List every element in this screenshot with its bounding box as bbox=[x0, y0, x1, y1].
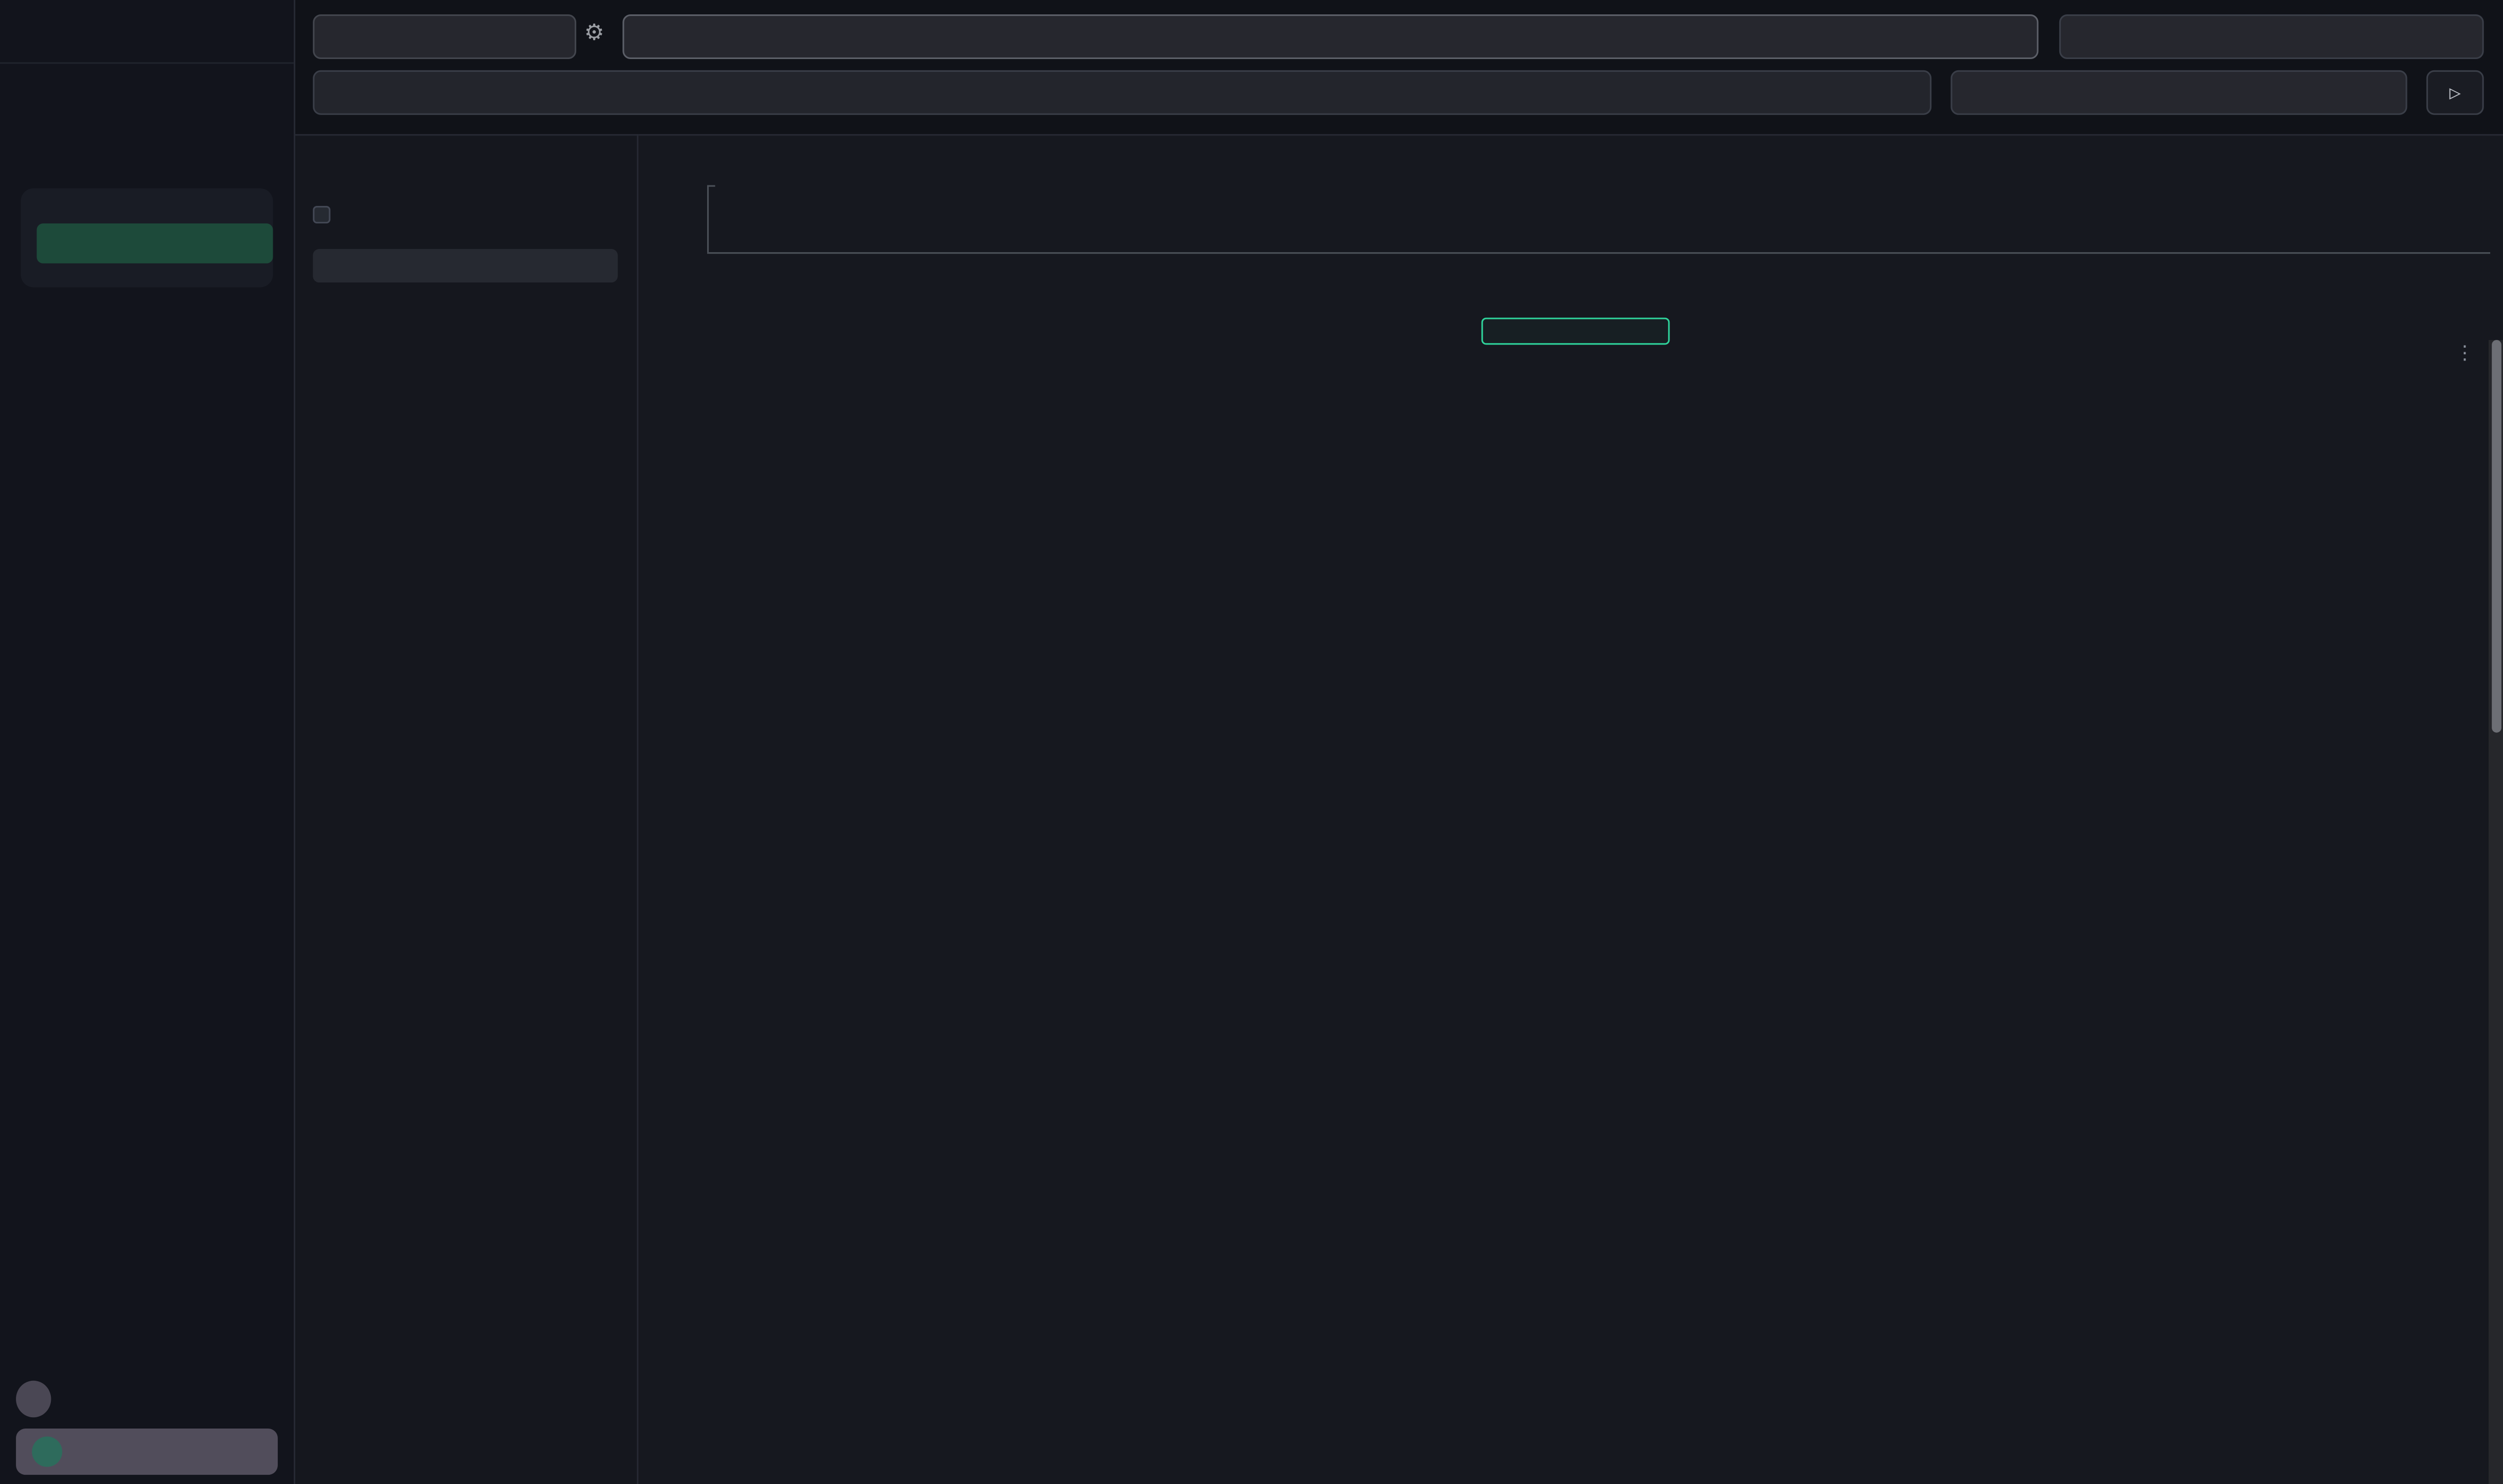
sidebar bbox=[0, 0, 295, 1484]
user-menu[interactable] bbox=[16, 1429, 278, 1475]
denoise-checkbox[interactable] bbox=[313, 206, 330, 223]
denoise-results-checkbox-row[interactable] bbox=[313, 206, 618, 223]
help-button[interactable] bbox=[16, 1381, 51, 1417]
scrollbar-thumb[interactable] bbox=[2491, 340, 2501, 733]
table-header bbox=[638, 343, 2503, 369]
more-filters-button[interactable] bbox=[313, 249, 618, 282]
order-by-input[interactable] bbox=[2059, 14, 2484, 59]
table-menu-icon[interactable]: ⋮ bbox=[2455, 341, 2474, 364]
search-input[interactable] bbox=[313, 70, 1931, 115]
date-range-input[interactable] bbox=[1950, 70, 2407, 115]
y-axis-line bbox=[707, 185, 709, 253]
presets-toggle[interactable] bbox=[0, 86, 294, 99]
run-query-button[interactable]: ▷ bbox=[2426, 70, 2484, 115]
source-select[interactable] bbox=[313, 14, 576, 59]
cloud-card bbox=[21, 188, 273, 288]
y-axis-tick bbox=[707, 185, 715, 187]
logo-row bbox=[0, 0, 294, 36]
results-panel: ⋮ bbox=[638, 134, 2503, 1484]
app-root: ⚙ ▷ bbox=[0, 0, 2503, 1484]
filters-panel bbox=[295, 134, 638, 1484]
get-started-button[interactable] bbox=[36, 223, 273, 263]
x-axis-line bbox=[707, 252, 2490, 254]
settings-gear-icon[interactable]: ⚙ bbox=[584, 21, 604, 46]
create-dashboard-button[interactable] bbox=[0, 64, 294, 86]
resume-live-tail-button[interactable] bbox=[1482, 318, 1670, 345]
sql-select-input[interactable] bbox=[622, 14, 2038, 59]
avatar bbox=[32, 1437, 62, 1467]
table-body bbox=[638, 369, 2482, 1484]
table-scrollbar[interactable] bbox=[2489, 340, 2503, 1484]
